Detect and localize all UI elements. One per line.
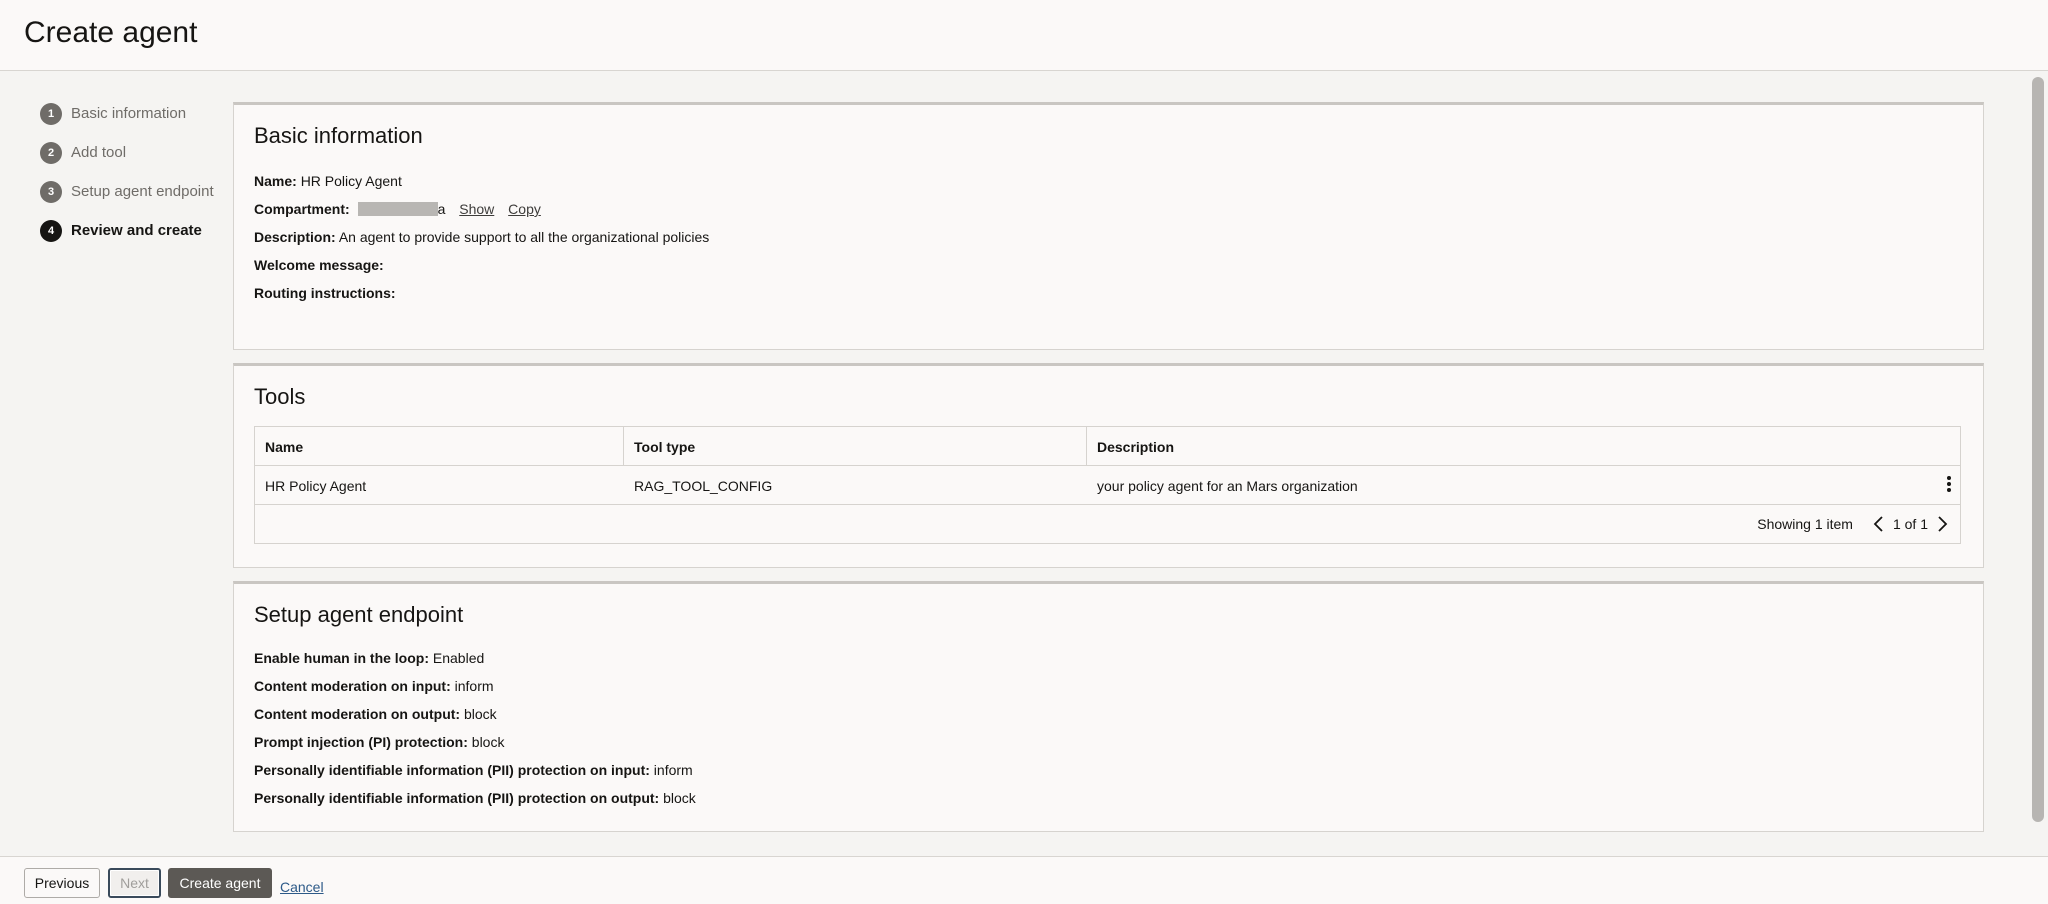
field-label: Prompt injection (PI) protection:: [254, 734, 468, 750]
field-label: Personally identifiable information (PII…: [254, 790, 660, 806]
vertical-scrollbar[interactable]: [2032, 77, 2044, 822]
field-label: Compartment:: [254, 201, 350, 217]
step-basic-information[interactable]: 1 Basic information: [40, 94, 220, 133]
welcome-message-field: Welcome message:: [254, 257, 384, 273]
page-indicator: 1 of 1: [1892, 516, 1928, 532]
pii-output-field: Personally identifiable information (PII…: [254, 790, 696, 806]
next-button[interactable]: Next: [108, 868, 161, 898]
step-label: Setup agent endpoint: [71, 183, 214, 200]
show-link[interactable]: Show: [459, 201, 494, 217]
step-number: 4: [40, 219, 62, 242]
field-label: Content moderation on output:: [254, 706, 461, 722]
showing-count: Showing 1 item: [1757, 516, 1853, 532]
tools-table: Name Tool type Description HR Policy Age…: [254, 426, 1961, 544]
setup-agent-endpoint-panel: Setup agent endpoint Enable human in the…: [233, 581, 1984, 832]
step-number: 1: [40, 102, 62, 125]
column-header-description[interactable]: Description: [1087, 427, 1960, 466]
chevron-right-icon[interactable]: [1934, 514, 1950, 534]
routing-instructions-field: Routing instructions:: [254, 285, 396, 301]
field-value: block: [663, 790, 696, 806]
step-number: 3: [40, 180, 62, 203]
field-label: Routing instructions:: [254, 285, 396, 301]
content-moderation-input-field: Content moderation on input: inform: [254, 678, 494, 694]
field-label: Name:: [254, 173, 297, 189]
table-pagination: Showing 1 item 1 of 1: [255, 505, 1960, 543]
page-header: Create agent: [0, 0, 2048, 71]
section-title: Basic information: [254, 123, 423, 148]
table-header-row: Name Tool type Description: [255, 427, 1960, 466]
step-label: Add tool: [71, 144, 127, 161]
field-value: block: [463, 706, 497, 722]
compartment-field: Compartment: a Show Copy: [254, 201, 541, 217]
chevron-left-icon[interactable]: [1871, 514, 1887, 534]
field-value: Enabled: [432, 650, 485, 666]
cancel-link[interactable]: Cancel: [280, 872, 324, 902]
cell-tool-type: RAG_TOOL_CONFIG: [634, 477, 773, 494]
cell-name: HR Policy Agent: [265, 477, 367, 494]
field-value: An agent to provide support to all the o…: [338, 229, 710, 245]
field-label: Description:: [254, 229, 336, 245]
description-field: Description: An agent to provide support…: [254, 229, 709, 245]
human-in-loop-field: Enable human in the loop: Enabled: [254, 650, 484, 666]
field-value: block: [471, 734, 505, 750]
field-label: Enable human in the loop:: [254, 650, 429, 666]
column-header-name[interactable]: Name: [255, 427, 624, 466]
field-value: a: [437, 201, 446, 217]
step-setup-agent-endpoint[interactable]: 3 Setup agent endpoint: [40, 172, 220, 211]
column-header-tool-type[interactable]: Tool type: [624, 427, 1087, 466]
step-label: Review and create: [71, 222, 202, 239]
pii-input-field: Personally identifiable information (PII…: [254, 762, 693, 778]
wizard-footer: Previous Next Create agent Cancel: [0, 856, 2048, 904]
basic-information-panel: Basic information Name: HR Policy Agent …: [233, 102, 1984, 350]
create-agent-button[interactable]: Create agent: [168, 868, 272, 898]
section-title: Tools: [254, 384, 306, 409]
wizard-steps: 1 Basic information 2 Add tool 3 Setup a…: [40, 94, 220, 250]
tools-panel: Tools Name Tool type Description HR Poli…: [233, 363, 1984, 568]
field-label: Personally identifiable information (PII…: [254, 762, 650, 778]
pager: 1 of 1: [1871, 514, 1950, 534]
step-number: 2: [40, 141, 62, 164]
name-field: Name: HR Policy Agent: [254, 173, 402, 189]
cell-description: your policy agent for an Mars organizati…: [1097, 477, 1358, 494]
field-value: inform: [454, 678, 494, 694]
row-actions-kebab-icon[interactable]: [1946, 476, 1952, 494]
field-value: inform: [653, 762, 693, 778]
step-review-and-create[interactable]: 4 Review and create: [40, 211, 220, 250]
page-title: Create agent: [24, 16, 198, 49]
previous-button[interactable]: Previous: [24, 868, 100, 898]
step-add-tool[interactable]: 2 Add tool: [40, 133, 220, 172]
section-title: Setup agent endpoint: [254, 602, 464, 627]
copy-link[interactable]: Copy: [508, 201, 541, 217]
field-value: HR Policy Agent: [300, 173, 402, 189]
field-label: Welcome message:: [254, 257, 384, 273]
review-content: Basic information Name: HR Policy Agent …: [232, 71, 2034, 856]
content-moderation-output-field: Content moderation on output: block: [254, 706, 497, 722]
table-row[interactable]: HR Policy Agent RAG_TOOL_CONFIG your pol…: [255, 466, 1960, 505]
masked-compartment-id: [357, 202, 438, 216]
step-label: Basic information: [71, 105, 187, 122]
prompt-injection-field: Prompt injection (PI) protection: block: [254, 734, 504, 750]
field-label: Content moderation on input:: [254, 678, 451, 694]
